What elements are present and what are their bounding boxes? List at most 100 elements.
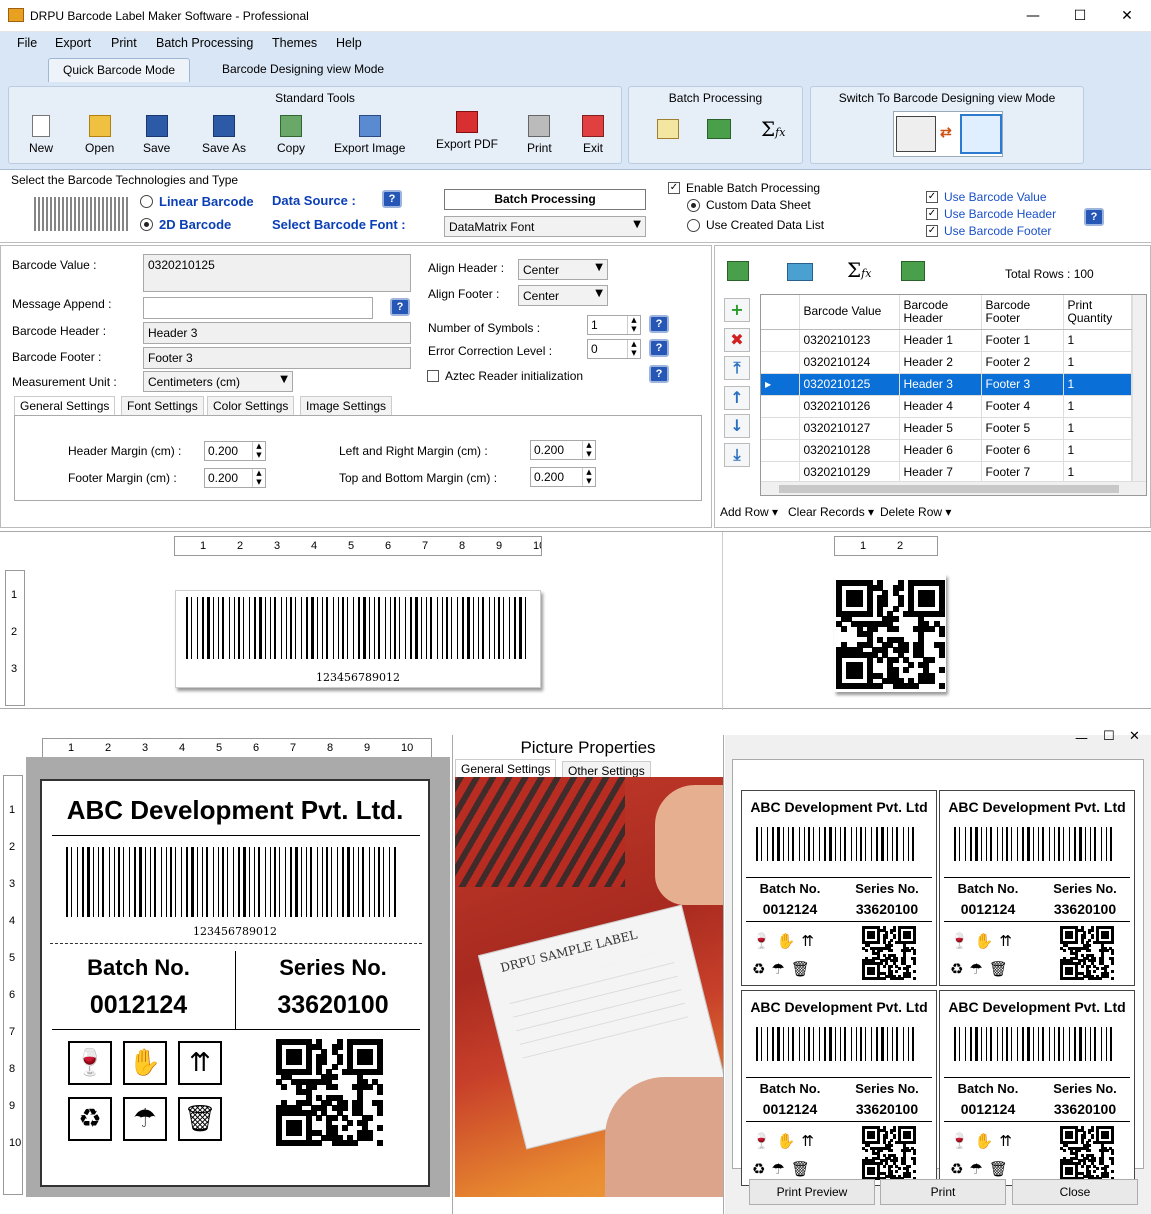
- use-barcode-footer-checkbox[interactable]: ✓: [926, 225, 938, 237]
- barcode-value-input[interactable]: 0320210125: [143, 254, 411, 292]
- symbols-help-icon[interactable]: ?: [649, 315, 669, 333]
- table-cell[interactable]: 0320210123: [799, 329, 900, 352]
- tab-quick-barcode-mode[interactable]: Quick Barcode Mode: [48, 58, 191, 82]
- move-up-icon[interactable]: ↑: [724, 386, 750, 410]
- menu-export[interactable]: Export: [55, 36, 91, 50]
- table-cell[interactable]: Footer 1: [981, 329, 1064, 352]
- add-row-button[interactable]: Add Row ▾: [720, 505, 778, 519]
- table-row[interactable]: 0320210129 Header 7 Footer 71: [761, 461, 1132, 484]
- row-indicator[interactable]: [761, 395, 800, 418]
- excel-export-icon[interactable]: [901, 261, 925, 281]
- table-cell[interactable]: Footer 5: [981, 417, 1064, 440]
- batch-processing-button[interactable]: Batch Processing: [444, 189, 646, 210]
- ecl-help-icon[interactable]: ?: [649, 339, 669, 357]
- spinner-arrows-icon[interactable]: ▲ ▼: [582, 441, 595, 459]
- table-row[interactable]: ▶ 0320210125 Header 3 Footer 31: [761, 373, 1132, 396]
- delete-row-button[interactable]: Delete Row ▾: [880, 505, 951, 519]
- data-import-icon[interactable]: [787, 263, 813, 281]
- tab-picture-general[interactable]: General Settings: [455, 759, 557, 779]
- grid-horizontal-scrollbar[interactable]: [761, 481, 1146, 495]
- preview-minimize-icon[interactable]: —: [1075, 731, 1088, 746]
- col-print-quantity[interactable]: Print Quantity: [1063, 295, 1132, 330]
- 2d-barcode-label[interactable]: 2D Barcode: [159, 217, 231, 232]
- menu-themes[interactable]: Themes: [272, 36, 317, 50]
- align-footer-select[interactable]: Center ▼: [518, 285, 608, 306]
- table-cell[interactable]: Footer 6: [981, 439, 1064, 462]
- table-row[interactable]: 0320210124 Header 2 Footer 21: [761, 351, 1132, 374]
- tb-margin-spinner[interactable]: 0.200 ▲ ▼: [530, 467, 596, 487]
- table-row[interactable]: 0320210126 Header 4 Footer 41: [761, 395, 1132, 418]
- table-cell[interactable]: Header 5: [899, 417, 982, 440]
- table-cell[interactable]: 0320210124: [799, 351, 900, 374]
- row-indicator[interactable]: [761, 351, 800, 374]
- spinner-arrows-icon[interactable]: ▲ ▼: [627, 340, 640, 358]
- use-barcode-header-checkbox[interactable]: ✓: [926, 208, 938, 220]
- clear-records-button[interactable]: Clear Records ▾: [788, 505, 874, 519]
- table-cell[interactable]: Footer 7: [981, 461, 1064, 484]
- enable-batch-checkbox[interactable]: ✓: [668, 182, 680, 194]
- preview-maximize-icon[interactable]: ☐: [1103, 729, 1115, 744]
- table-cell[interactable]: 1: [1063, 417, 1132, 440]
- print-button-dialog[interactable]: Print: [880, 1179, 1006, 1205]
- maximize-button[interactable]: ☐: [1057, 0, 1103, 32]
- barcode-header-input[interactable]: Header 3: [143, 322, 411, 344]
- batch-help-icon[interactable]: ?: [1084, 208, 1104, 226]
- col-barcode-value[interactable]: Barcode Value: [799, 295, 900, 330]
- print-button[interactable]: Print: [527, 115, 552, 155]
- row-indicator[interactable]: [761, 417, 800, 440]
- table-cell[interactable]: Header 2: [899, 351, 982, 374]
- row-indicator[interactable]: ▶: [761, 373, 800, 396]
- header-margin-spinner[interactable]: 0.200 ▲ ▼: [204, 441, 266, 461]
- use-barcode-value-checkbox[interactable]: ✓: [926, 191, 938, 203]
- barcode-data-grid[interactable]: Barcode Value Barcode Header Barcode Foo…: [760, 294, 1147, 496]
- sigma-formula-icon[interactable]: Σfx: [761, 117, 785, 141]
- spinner-arrows-icon[interactable]: ▲ ▼: [252, 442, 265, 460]
- col-barcode-footer[interactable]: Barcode Footer: [981, 295, 1064, 330]
- barcode-font-select[interactable]: DataMatrix Font ▼: [444, 216, 646, 237]
- table-cell[interactable]: Header 3: [899, 373, 982, 396]
- align-header-select[interactable]: Center ▼: [518, 259, 608, 280]
- excel-import-icon[interactable]: [707, 119, 731, 139]
- message-append-help-icon[interactable]: ?: [390, 298, 410, 316]
- table-cell[interactable]: 1: [1063, 439, 1132, 462]
- linear-barcode-preview[interactable]: 123456789012: [175, 590, 541, 688]
- preview-close-icon[interactable]: ✕: [1129, 729, 1140, 744]
- save-as-button[interactable]: Save As: [202, 115, 246, 155]
- table-cell[interactable]: Header 4: [899, 395, 982, 418]
- barcode-footer-input[interactable]: Footer 3: [143, 347, 411, 369]
- edit-batch-icon[interactable]: [657, 119, 679, 139]
- table-cell[interactable]: 1: [1063, 351, 1132, 374]
- table-cell[interactable]: Footer 3: [981, 373, 1064, 396]
- close-button[interactable]: Close: [1012, 1179, 1138, 1205]
- menu-file[interactable]: File: [17, 36, 37, 50]
- delete-row-icon[interactable]: ✖: [724, 328, 750, 352]
- table-cell[interactable]: 0320210126: [799, 395, 900, 418]
- linear-barcode-label[interactable]: Linear Barcode: [159, 194, 254, 209]
- lr-margin-spinner[interactable]: 0.200 ▲ ▼: [530, 440, 596, 460]
- table-row[interactable]: 0320210128 Header 6 Footer 61: [761, 439, 1132, 462]
- aztec-reader-checkbox[interactable]: [427, 370, 439, 382]
- menu-help[interactable]: Help: [336, 36, 362, 50]
- print-preview-button[interactable]: Print Preview: [749, 1179, 875, 1205]
- row-indicator[interactable]: [761, 329, 800, 352]
- menu-print[interactable]: Print: [111, 36, 137, 50]
- add-row-icon[interactable]: +: [724, 298, 750, 322]
- custom-data-sheet-radio[interactable]: [687, 199, 700, 212]
- menu-batch-processing[interactable]: Batch Processing: [156, 36, 253, 50]
- row-indicator[interactable]: [761, 461, 800, 484]
- save-button[interactable]: Save: [143, 115, 170, 155]
- table-cell[interactable]: 0320210129: [799, 461, 900, 484]
- aztec-help-icon[interactable]: ?: [649, 365, 669, 383]
- spinner-arrows-icon[interactable]: ▲ ▼: [582, 468, 595, 486]
- minimize-button[interactable]: —: [1010, 0, 1056, 32]
- label-card[interactable]: ABC Development Pvt. Ltd. 123456789012 B…: [40, 779, 430, 1187]
- table-row[interactable]: 0320210123 Header 1 Footer 11: [761, 329, 1132, 352]
- message-append-input[interactable]: [143, 297, 373, 319]
- move-top-icon[interactable]: ⤒: [724, 356, 750, 380]
- table-cell[interactable]: 0320210127: [799, 417, 900, 440]
- table-cell[interactable]: 1: [1063, 329, 1132, 352]
- grid-vertical-scrollbar[interactable]: [1132, 295, 1146, 481]
- table-cell[interactable]: 0320210125: [799, 373, 900, 396]
- close-window-button[interactable]: ✕: [1104, 0, 1150, 32]
- table-cell[interactable]: 1: [1063, 461, 1132, 484]
